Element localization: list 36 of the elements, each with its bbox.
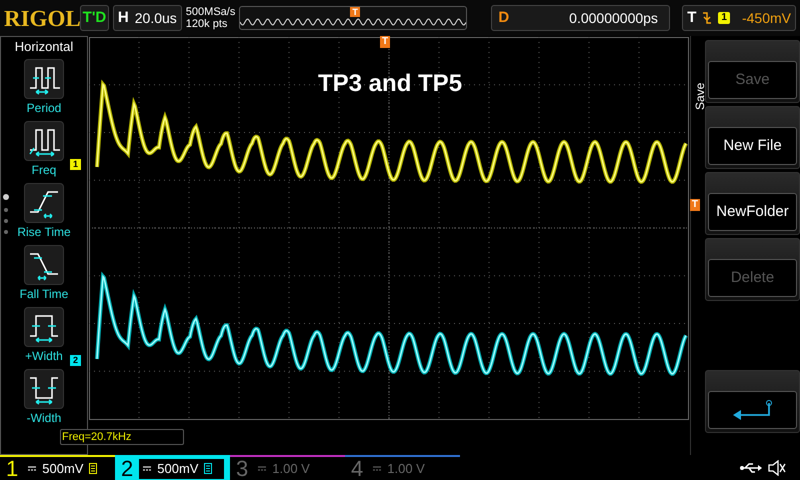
- annotation-text: TP3 and TP5: [318, 69, 462, 99]
- dc-coupling-icon: [28, 466, 36, 471]
- trigger-source: 1: [718, 12, 730, 24]
- sample-rate: 500MSa/s: [186, 6, 236, 18]
- memory-depth: 120k pts: [186, 18, 228, 30]
- page-indicator-icon: [2, 193, 10, 235]
- bandwidth-limit-icon: [89, 463, 98, 474]
- channel-tab[interactable]: 4 1.00 V: [345, 455, 460, 480]
- delay-value: 0.00000000ps: [569, 8, 658, 28]
- menu-title: Horizontal: [14, 39, 74, 55]
- run-state: T'D: [80, 5, 109, 31]
- dc-coupling-icon: [258, 466, 266, 471]
- trigger-position-marker: T: [350, 7, 360, 17]
- dc-coupling-icon: [373, 466, 382, 471]
- usb-icon: [740, 462, 762, 474]
- falling-edge-icon: [702, 11, 712, 25]
- horizontal-label: H: [118, 8, 129, 28]
- timebase-value: 20.0us: [134, 8, 177, 28]
- return-arrow-icon: [730, 399, 774, 421]
- delay-label: D: [498, 8, 510, 28]
- channel-marker: 1: [70, 159, 82, 170]
- trigger-position-marker: T: [380, 36, 390, 48]
- menu-button[interactable]: New File: [705, 106, 800, 169]
- trigger-label: T: [687, 8, 696, 28]
- menu-title: Save: [692, 81, 705, 112]
- dc-coupling-icon: [143, 466, 152, 471]
- back-button[interactable]: [705, 370, 800, 433]
- bandwidth-limit-icon: [204, 463, 212, 474]
- channel-tab[interactable]: 3 1.00 V: [230, 455, 345, 480]
- channel-tab[interactable]: 2 500mV: [115, 455, 230, 480]
- menu-button[interactable]: NewFolder: [705, 172, 800, 235]
- trigger-level: -450mV: [742, 8, 791, 28]
- channel-marker: 2: [70, 355, 82, 366]
- speaker-muted-icon: [768, 460, 786, 476]
- trigger-level-marker: T: [690, 199, 700, 211]
- frequency-measurement: Freq=20.7kHz: [60, 429, 184, 445]
